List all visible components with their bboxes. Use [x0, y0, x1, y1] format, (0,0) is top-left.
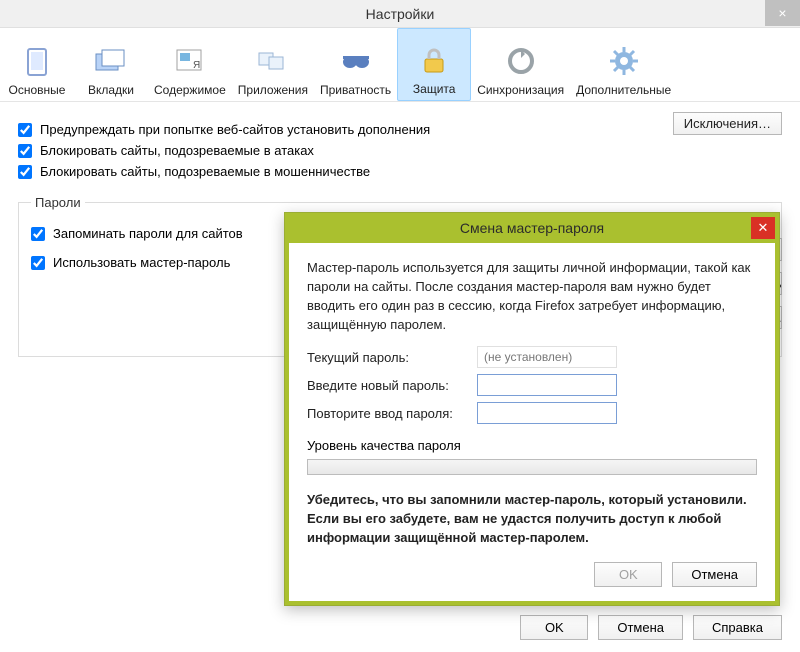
tab-sync[interactable]: Синхронизация	[471, 28, 570, 101]
modal-intro-text: Мастер-пароль используется для защиты ли…	[307, 259, 757, 334]
security-lock-icon	[416, 42, 452, 78]
cancel-button[interactable]: Отмена	[598, 615, 683, 640]
repeat-password-input[interactable]	[477, 402, 617, 424]
tab-security[interactable]: Защита	[397, 28, 471, 101]
new-password-input[interactable]	[477, 374, 617, 396]
settings-tabs: Основные Вкладки Я Содержимое Приложения…	[0, 28, 800, 102]
window-close-button[interactable]: ×	[765, 0, 800, 26]
tab-label: Содержимое	[154, 83, 226, 97]
content-icon: Я	[172, 43, 208, 79]
use-master-password-checkbox[interactable]	[31, 256, 45, 270]
modal-warning-text: Убедитесь, что вы запомнили мастер-парол…	[307, 491, 757, 548]
current-password-label: Текущий пароль:	[307, 350, 477, 365]
tab-label: Приложения	[238, 83, 308, 97]
modal-ok-button[interactable]: OK	[594, 562, 662, 587]
password-quality-meter	[307, 459, 757, 475]
privacy-icon	[338, 43, 374, 79]
warn-addons-checkbox[interactable]	[18, 123, 32, 137]
block-fraud-checkbox[interactable]	[18, 165, 32, 179]
close-icon: ✕	[758, 220, 769, 236]
tab-label: Дополнительные	[576, 83, 671, 97]
general-icon	[19, 43, 55, 79]
password-quality-label: Уровень качества пароля	[307, 438, 757, 453]
remember-passwords-label: Запоминать пароли для сайтов	[53, 226, 243, 241]
new-password-label: Введите новый пароль:	[307, 378, 477, 393]
ok-button[interactable]: OK	[520, 615, 588, 640]
help-button[interactable]: Справка	[693, 615, 782, 640]
tab-label: Защита	[413, 82, 456, 96]
current-password-value: (не установлен)	[477, 346, 617, 368]
modal-cancel-button[interactable]: Отмена	[672, 562, 757, 587]
tab-apps[interactable]: Приложения	[232, 28, 314, 101]
svg-text:Я: Я	[193, 60, 200, 71]
tab-label: Синхронизация	[477, 83, 564, 97]
use-master-password-label: Использовать мастер-пароль	[53, 255, 230, 270]
block-attack-label: Блокировать сайты, подозреваемые в атака…	[40, 143, 314, 158]
tab-tabs[interactable]: Вкладки	[74, 28, 148, 101]
tab-advanced[interactable]: Дополнительные	[570, 28, 677, 101]
exceptions-button[interactable]: Исключения…	[673, 112, 782, 135]
apps-icon	[255, 43, 291, 79]
modal-titlebar: Смена мастер-пароля ✕	[285, 213, 779, 243]
modal-title: Смена мастер-пароля	[460, 220, 604, 236]
tab-label: Основные	[9, 83, 66, 97]
window-title: Настройки	[366, 6, 435, 22]
modal-close-button[interactable]: ✕	[751, 217, 775, 239]
block-fraud-label: Блокировать сайты, подозреваемые в мошен…	[40, 164, 370, 179]
tab-privacy[interactable]: Приватность	[314, 28, 397, 101]
passwords-legend: Пароли	[31, 195, 85, 210]
dialog-buttons: OK Отмена Справка	[520, 615, 782, 640]
close-icon: ×	[778, 5, 786, 21]
remember-passwords-checkbox[interactable]	[31, 227, 45, 241]
tab-content[interactable]: Я Содержимое	[148, 28, 232, 101]
block-attack-checkbox[interactable]	[18, 144, 32, 158]
sync-icon	[503, 43, 539, 79]
change-master-password-dialog: Смена мастер-пароля ✕ Мастер-пароль испо…	[284, 212, 780, 606]
tab-label: Приватность	[320, 83, 391, 97]
gear-icon	[606, 43, 642, 79]
tab-label: Вкладки	[88, 83, 134, 97]
window-titlebar: Настройки ×	[0, 0, 800, 28]
warn-addons-label: Предупреждать при попытке веб-сайтов уст…	[40, 122, 430, 137]
repeat-password-label: Повторите ввод пароля:	[307, 406, 477, 421]
tab-general[interactable]: Основные	[0, 28, 74, 101]
tabs-icon	[93, 43, 129, 79]
